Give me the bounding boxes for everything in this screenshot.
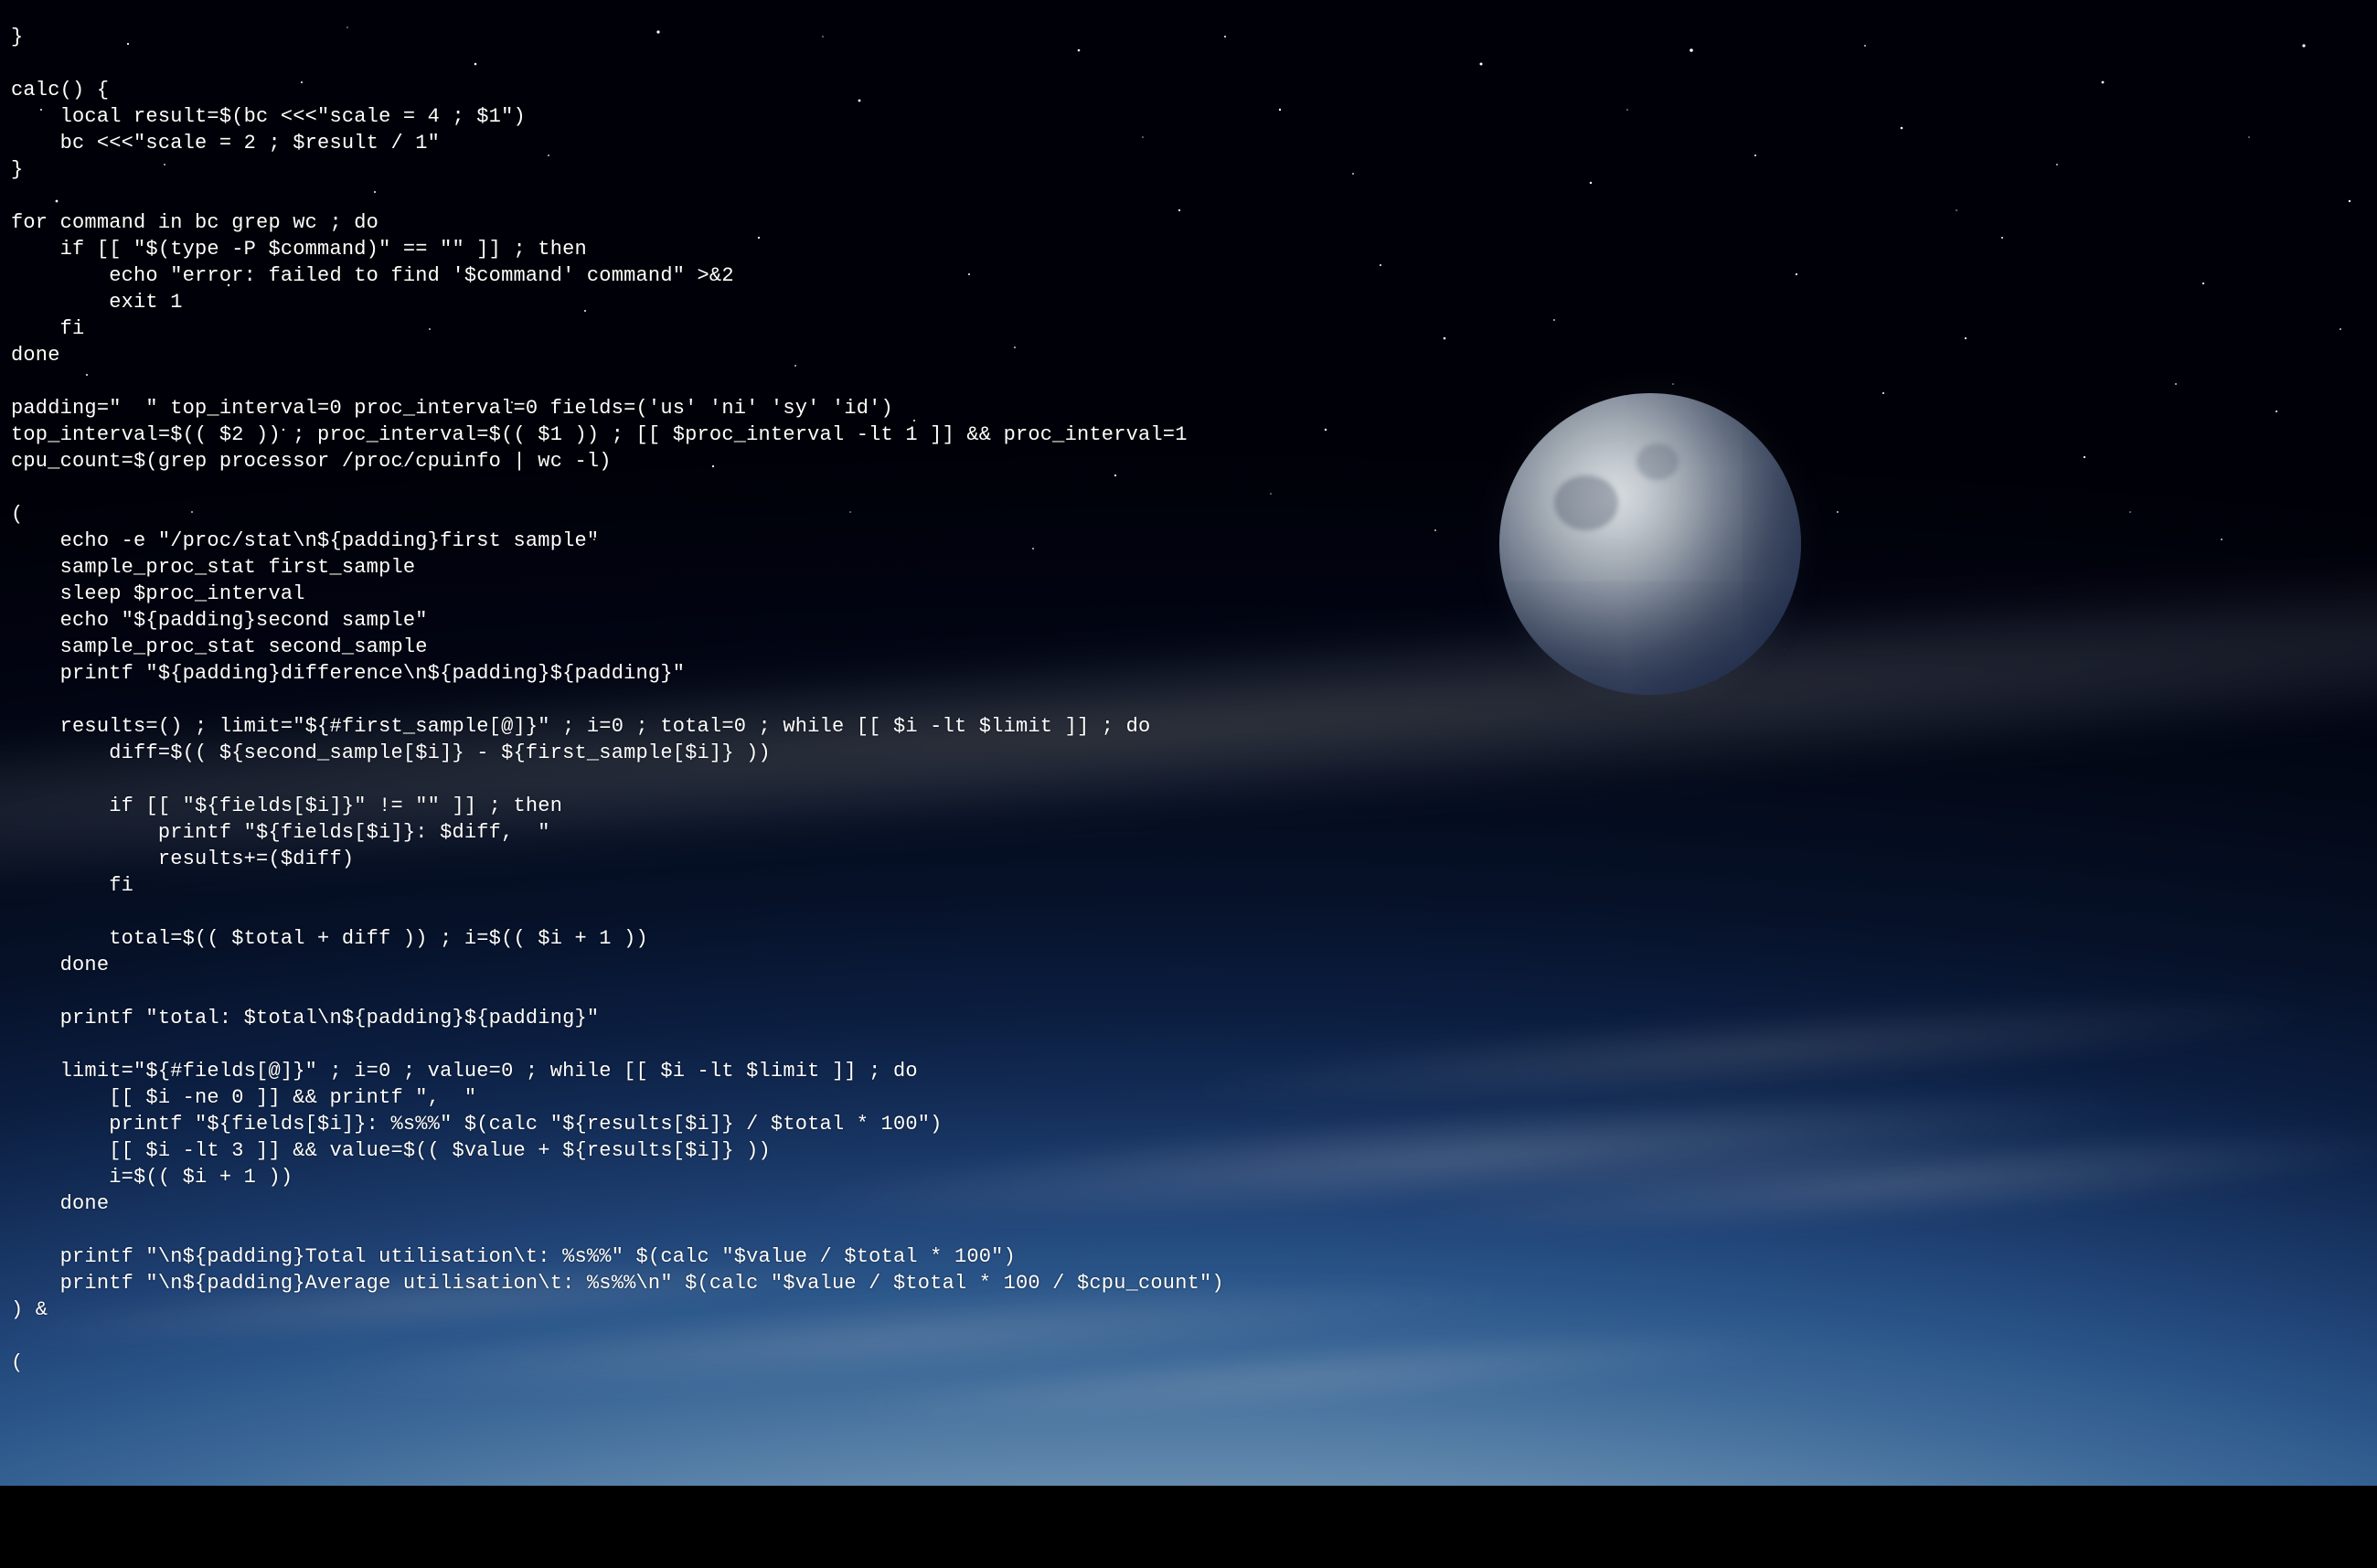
- moon: [1499, 393, 1801, 695]
- terminal-output: } calc() { local result=$(bc <<<"scale =…: [0, 20, 1235, 1380]
